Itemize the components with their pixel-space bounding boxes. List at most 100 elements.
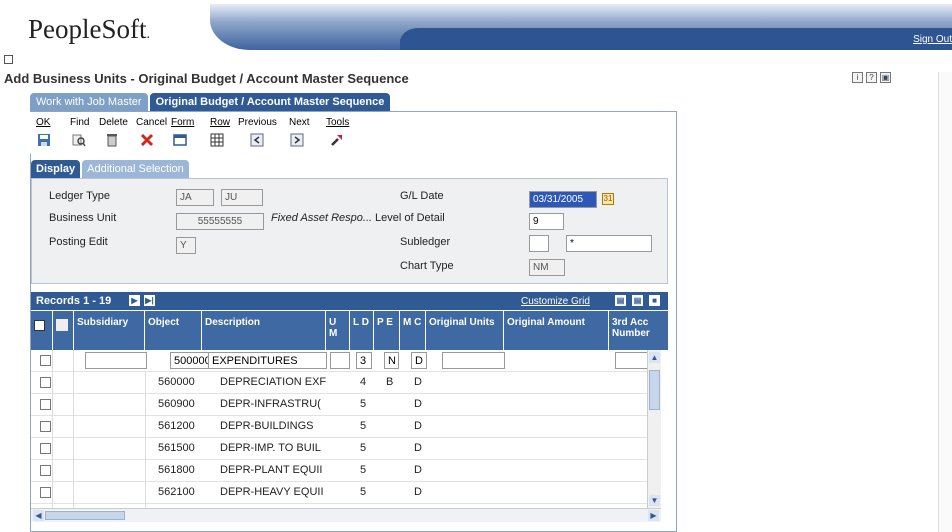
object-input[interactable]: 500000 [170,352,211,369]
um-input[interactable] [330,352,350,369]
export-icon[interactable]: ▤ [615,295,626,306]
form-icon[interactable] [173,133,187,147]
ok-button[interactable]: OK [36,117,50,128]
tab-additional-selection[interactable]: Additional Selection [82,160,189,178]
table-row[interactable]: 561200 DEPR-BUILDINGS 5 D [31,416,651,438]
scroll-up-icon[interactable]: ▲ [649,352,660,363]
col-original-units[interactable]: Original Units [426,311,504,350]
mc-cell: D [414,376,422,388]
form-tabs: Work with Job Master Original Budget / A… [30,93,391,111]
new-window-icon[interactable] [4,55,13,64]
table-row[interactable]: 560000 DEPRECIATION EXF 4 B D [31,372,651,394]
tools-menu[interactable]: Tools [326,117,349,128]
info-icon[interactable]: i [852,72,863,83]
ld-input[interactable]: 3 [356,352,372,369]
trash-icon[interactable] [105,133,119,147]
mc-cell: D [414,420,422,432]
object-cell: 561200 [158,420,195,432]
last-page-icon[interactable]: ▶| [144,295,155,306]
gl-date-input[interactable]: 03/31/2005 [529,191,597,208]
bookmark-icon[interactable]: ▣ [880,72,891,83]
scroll-down-icon[interactable]: ▼ [649,495,660,506]
col-3rd-account-number[interactable]: 3rd Acc Number [609,311,668,350]
maximize-grid-icon[interactable]: ■ [649,295,660,306]
col-um[interactable]: U M [326,311,350,350]
scroll-right-icon[interactable]: ▶ [648,510,659,521]
object-cell: 562100 [158,486,195,498]
find-button[interactable]: Find [70,117,89,128]
horizontal-scroll-thumb[interactable] [45,511,125,520]
business-unit-field: 55555555 [176,213,264,230]
mc-cell: D [414,442,422,454]
object-cell: 561800 [158,464,195,476]
grid-horizontal-scrollbar[interactable]: ◀ ▶ [31,508,661,522]
grid-header-bar: Records 1 - 19 ▶ ▶| Customize Grid ▤ ▤ ■ [31,292,668,310]
table-row[interactable]: 500000 EXPENDITURES 3 N D [31,350,651,372]
import-icon[interactable]: ▤ [632,295,643,306]
col-object[interactable]: Object [145,311,202,350]
mc-input[interactable]: D [411,352,427,369]
col-pe[interactable]: P E [374,311,400,350]
tab-work-with-job-master[interactable]: Work with Job Master [30,93,148,111]
scroll-left-icon[interactable]: ◀ [33,510,44,521]
sign-out-link[interactable]: Sign Out [913,34,952,45]
tools-icon[interactable] [330,133,344,147]
delete-button[interactable]: Delete [99,117,128,128]
help-icon[interactable]: ? [866,72,877,83]
previous-button[interactable]: Previous [238,117,277,128]
form-menu[interactable]: Form [171,117,194,128]
col-subsidiary[interactable]: Subsidiary [74,311,145,350]
page-title: Add Business Units - Original Budget / A… [4,71,409,86]
col-description[interactable]: Description [202,311,326,350]
mc-cell: D [414,464,422,476]
gl-date-label: G/L Date [400,190,444,202]
tab-display[interactable]: Display [31,160,81,178]
row-menu[interactable]: Row [210,117,230,128]
next-page-icon[interactable]: ▶ [129,295,140,306]
ld-cell: 5 [360,420,367,432]
grid-icon[interactable] [210,133,224,147]
posting-edit-field: Y [176,237,196,254]
level-of-detail-input[interactable]: 9 [529,213,564,230]
original-units-input[interactable] [442,352,505,369]
row-select-column [31,350,53,508]
description-cell: DEPR-IMP. TO BUIL [220,442,321,454]
subledger-label: Subledger [400,236,451,248]
table-row[interactable]: 560900 DEPR-INFRASTRU( 5 D [31,394,651,416]
third-account-input[interactable] [615,352,651,369]
col-ld[interactable]: L D [350,311,374,350]
save-icon[interactable] [37,133,51,147]
subledger-input[interactable] [529,235,549,252]
ledger-type-2-field: JU [221,189,263,206]
grid-vertical-scrollbar[interactable]: ▲ ▼ [647,350,661,508]
header-form-panel: Ledger Type JA JU Business Unit 55555555… [31,178,668,284]
chart-type-field: NM [529,259,565,276]
table-row[interactable]: 562100 DEPR-HEAVY EQUII 5 D [31,482,651,504]
banner-swoosh-dark [400,28,952,50]
ld-cell: 5 [360,464,367,476]
subledger-type-input[interactable]: * [566,235,652,252]
description-input[interactable]: EXPENDITURES [208,352,327,369]
ld-cell: 4 [360,376,367,388]
ld-cell: 5 [360,398,367,410]
help-icons: i ? ▣ [852,72,891,83]
table-row[interactable]: 561800 DEPR-PLANT EQUII 5 D [31,460,651,482]
next-icon[interactable] [290,133,304,147]
select-all-checkbox[interactable] [31,311,53,350]
cancel-button[interactable]: Cancel [136,117,167,128]
subsidiary-input[interactable] [85,352,147,369]
tab-original-budget[interactable]: Original Budget / Account Master Sequenc… [149,93,391,111]
customize-grid-link[interactable]: Customize Grid [521,296,590,307]
page-scrollbar[interactable] [938,72,952,532]
next-button[interactable]: Next [289,117,310,128]
previous-icon[interactable] [250,133,264,147]
pe-input[interactable]: N [384,352,399,369]
col-original-amount[interactable]: Original Amount [504,311,609,350]
table-row[interactable]: 561500 DEPR-IMP. TO BUIL 5 D [31,438,651,460]
calendar-icon[interactable]: 31 [602,193,614,205]
col-mc[interactable]: M C [400,311,426,350]
cancel-icon[interactable] [140,133,154,147]
object-cell: 560000 [158,376,195,388]
find-icon[interactable] [72,133,86,147]
scroll-thumb[interactable] [649,370,660,410]
